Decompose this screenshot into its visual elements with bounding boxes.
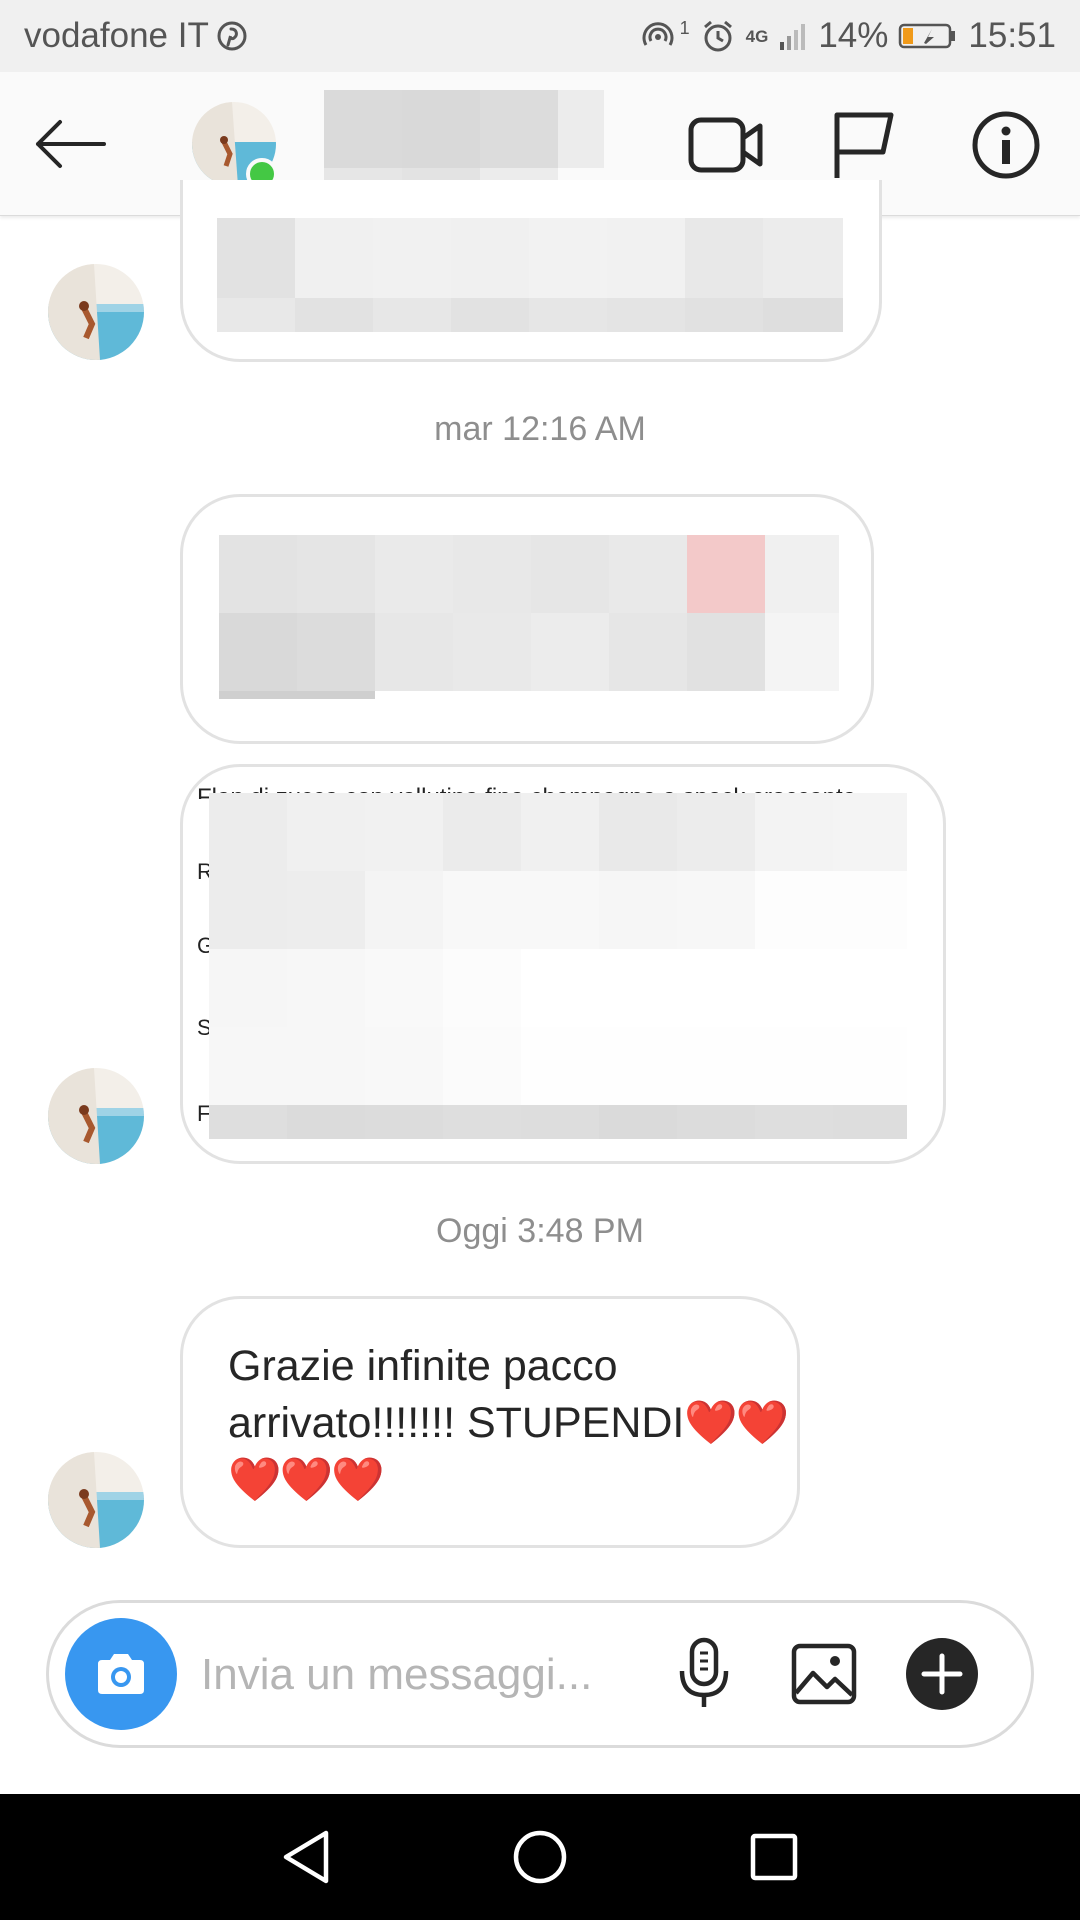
- flag-icon: [834, 112, 894, 178]
- message-body: Grazie infinite pacco arrivato!!!!!!! ST…: [228, 1342, 685, 1447]
- redacted-message-content: [217, 218, 843, 332]
- signal-icon: [778, 20, 808, 52]
- notification-count: 1: [679, 17, 690, 38]
- battery-icon: [898, 21, 958, 51]
- thread-timestamp: Oggi 3:48 PM: [436, 1212, 644, 1250]
- hotspot-icon: [638, 19, 678, 53]
- nav-home-button[interactable]: [508, 1825, 572, 1889]
- pinterest-notification-icon: [217, 21, 247, 51]
- triangle-back-icon: [283, 1830, 329, 1884]
- plus-circle-icon: [906, 1638, 978, 1710]
- circle-home-icon: [513, 1830, 567, 1884]
- gallery-icon: [791, 1643, 857, 1705]
- microphone-icon: [679, 1637, 729, 1707]
- square-recents-icon: [750, 1833, 798, 1881]
- system-nav-bar: [0, 1794, 1080, 1920]
- message-bubble[interactable]: [180, 180, 882, 362]
- details-button[interactable]: [968, 110, 1044, 180]
- redacted-message-content: [219, 535, 839, 699]
- sender-avatar[interactable]: [48, 1068, 144, 1164]
- video-call-icon: [688, 117, 763, 173]
- video-call-button[interactable]: [688, 110, 764, 180]
- more-options-button[interactable]: [899, 1631, 985, 1717]
- back-button[interactable]: [30, 112, 110, 176]
- camera-button[interactable]: [65, 1618, 177, 1730]
- message-bubble[interactable]: Flan di zucca con vellutina fine champag…: [180, 764, 946, 1164]
- voice-message-button[interactable]: [661, 1631, 747, 1717]
- message-text: Grazie infinite pacco arrivato!!!!!!! ST…: [228, 1338, 789, 1509]
- sender-avatar[interactable]: [48, 264, 144, 360]
- message-composer: [46, 1600, 1034, 1748]
- sender-avatar[interactable]: [48, 1452, 144, 1548]
- status-bar: vodafone IT 1 4G 14% 15:51: [0, 0, 1080, 72]
- clock: 15:51: [968, 16, 1056, 55]
- gallery-button[interactable]: [781, 1631, 867, 1717]
- nav-recents-button[interactable]: [742, 1825, 806, 1889]
- alarm-icon: [700, 18, 736, 54]
- message-input[interactable]: [201, 1643, 671, 1707]
- message-bubble[interactable]: [180, 494, 874, 744]
- status-right: 1 4G 14% 15:51: [638, 16, 1056, 56]
- battery-percent: 14%: [818, 16, 889, 55]
- status-left: vodafone IT: [24, 16, 638, 56]
- carrier-label: vodafone IT: [24, 16, 209, 55]
- report-button[interactable]: [826, 110, 902, 180]
- thread-timestamp: mar 12:16 AM: [434, 410, 646, 448]
- network-type: 4G: [745, 26, 769, 46]
- redacted-message-content: [209, 793, 907, 1139]
- nav-back-button[interactable]: [274, 1825, 338, 1889]
- camera-icon: [98, 1654, 144, 1694]
- back-arrow-icon: [36, 120, 106, 168]
- info-icon: [972, 111, 1040, 179]
